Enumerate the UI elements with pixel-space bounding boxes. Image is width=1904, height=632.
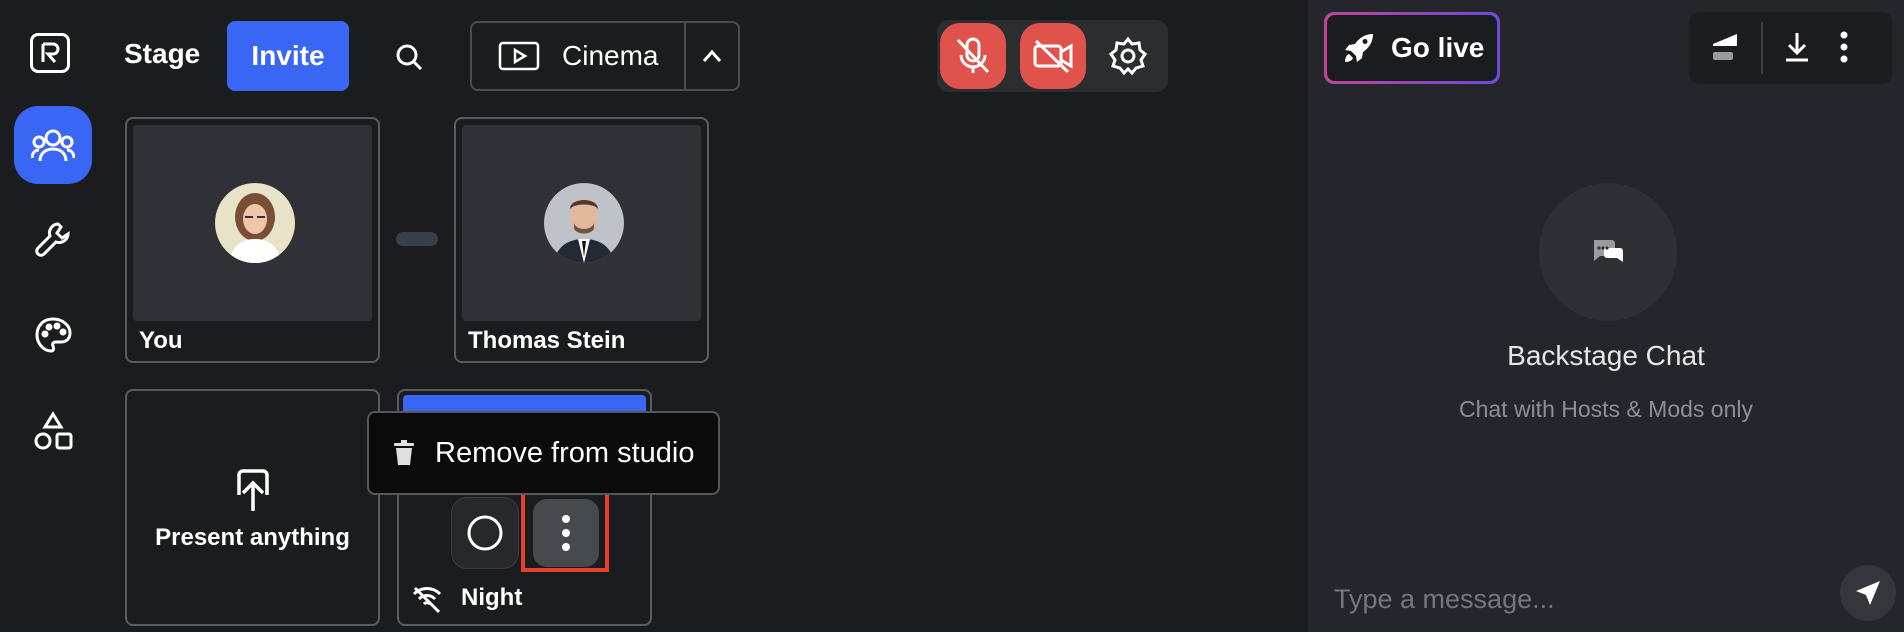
panel-toolbar [1689,12,1892,84]
page-title: Stage [124,38,201,69]
participant-name: You [139,327,183,354]
send-button[interactable] [1840,565,1896,621]
more-vertical-icon [1840,31,1848,63]
rocket-icon [1345,34,1373,62]
chat-empty-icon-container [1539,183,1677,321]
layout-label: Cinema [562,40,659,71]
avatar [544,183,624,263]
send-icon [1856,581,1880,605]
sidebar-item-tools[interactable] [14,200,92,278]
app-logo [30,33,70,73]
context-menu: Remove from studio [367,411,720,495]
sidebar-item-elements[interactable] [14,392,92,470]
highlight-box [521,491,609,572]
sidebar-item-people[interactable] [14,106,92,184]
download-icon [1786,33,1808,62]
remove-from-studio-item[interactable]: Remove from studio [435,437,695,470]
wrench-icon [35,222,70,257]
camera-off-icon [1033,39,1073,74]
chat-subtitle: Chat with Hosts & Mods only [1458,396,1753,422]
participant-tile-you[interactable]: You [125,117,380,363]
share-upload-icon [237,469,269,511]
palette-icon [35,317,72,353]
layout-selector[interactable]: Cinema [470,21,740,91]
media-controls [937,20,1168,92]
present-anything-label: Present anything [155,524,350,551]
present-anything-tile[interactable]: Present anything [125,389,380,626]
layout-expand-button[interactable] [684,23,738,89]
wifi-signal-icon [412,586,442,614]
video-placeholder [133,125,372,321]
sidebar-item-brand[interactable] [14,296,92,374]
participant-tile-thomas[interactable]: Thomas Stein [454,117,709,363]
chat-bubbles-icon [1594,240,1623,262]
tile-separator [396,232,438,246]
circle-icon [467,515,503,551]
mic-off-icon [956,37,990,74]
download-button[interactable] [1783,30,1811,69]
people-icon [31,129,75,162]
chevron-up-icon [702,49,722,62]
trash-icon [394,440,414,465]
avatar [215,183,295,263]
go-live-button[interactable]: Go live [1324,12,1500,84]
left-rail [0,0,104,632]
go-live-label: Go live [1391,32,1485,63]
gear-icon [1108,36,1148,76]
layout-button[interactable]: Cinema [472,23,684,89]
search-icon [396,44,423,71]
search-button[interactable] [387,32,431,82]
message-input[interactable] [1332,580,1816,618]
banner-button[interactable] [1711,30,1739,69]
banner-icon [1713,34,1737,60]
mute-mic-button[interactable] [940,23,1006,89]
participant-name: Thomas Stein [468,327,626,354]
toolbar-divider [1761,22,1763,74]
chat-title: Backstage Chat [1507,340,1705,371]
settings-button[interactable] [1095,23,1161,89]
shapes-icon [34,411,73,450]
participant-name: Night [461,584,523,611]
camera-toggle-button[interactable] [1020,23,1086,89]
video-placeholder [462,125,701,321]
add-to-stage-button[interactable] [451,497,519,569]
more-options-button[interactable] [1839,30,1849,69]
video-layout-icon [498,41,540,71]
invite-button[interactable]: Invite [227,21,349,91]
